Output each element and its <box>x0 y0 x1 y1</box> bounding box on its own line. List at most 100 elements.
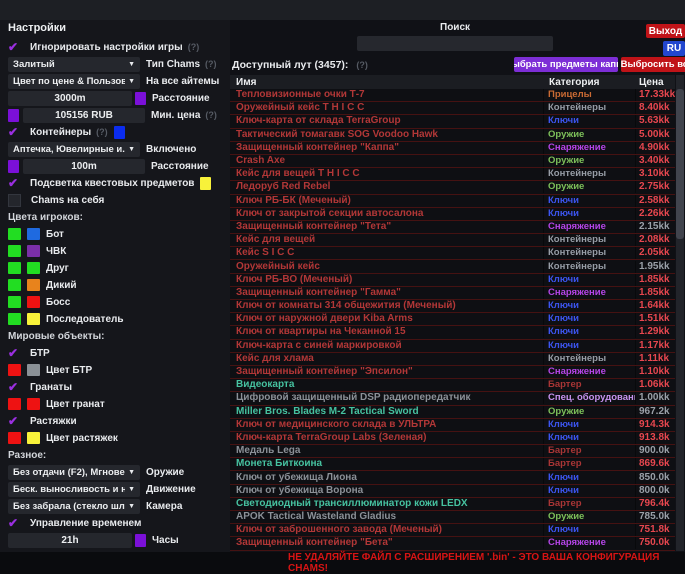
dropdown[interactable]: Без отдачи (F2), Мгновенное п▼ <box>8 465 140 480</box>
color-swatch[interactable] <box>114 126 125 139</box>
footer-bar: НЕ УДАЛЯЙТЕ ФАЙЛ С РАСШИРЕНИЕМ '.bin' - … <box>0 552 685 574</box>
exit-button[interactable]: Выход <box>646 24 685 38</box>
table-row[interactable]: Защищенный контейнер "Эпсилон"Снаряжение… <box>230 366 675 379</box>
checkbox-unchecked[interactable] <box>8 194 21 207</box>
table-row[interactable]: Ключ-карта TerraGroup Labs (Зеленая)Ключ… <box>230 432 675 445</box>
item-category: Оружие <box>543 406 635 418</box>
item-category: Ключи <box>543 300 635 312</box>
table-row[interactable]: Защищенный контейнер "Каппа"Снаряжение4.… <box>230 142 675 155</box>
table-row[interactable]: Кейс для хламаКонтейнеры1.11kk <box>230 353 675 366</box>
color-swatch-primary[interactable] <box>8 364 21 376</box>
search-input[interactable] <box>357 36 553 51</box>
table-row[interactable]: Ключ РБ-ВО (Меченый)Ключи1.85kk <box>230 274 675 287</box>
color-swatch[interactable] <box>135 92 146 105</box>
color-swatch-secondary[interactable] <box>27 398 40 410</box>
color-swatch-secondary[interactable] <box>27 432 40 444</box>
item-category: Бартер <box>543 498 635 510</box>
select-kappa-items-button[interactable]: Выбрать предметы каппа <box>514 57 618 72</box>
discard-all-button[interactable]: Выбросить все <box>621 57 685 72</box>
color-swatch-secondary[interactable] <box>27 364 40 376</box>
table-row[interactable]: Ключ РБ-БК (Меченый)Ключи2.58kk <box>230 195 675 208</box>
table-row[interactable]: Ключ от медицинского склада в УЛЬТРАКлюч… <box>230 419 675 432</box>
item-price: 2.08kk <box>635 234 675 246</box>
checkbox-checked-icon[interactable]: ✔ <box>8 347 24 359</box>
table-row[interactable]: Ключ от заброшенного завода (Меченый)Клю… <box>230 524 675 537</box>
table-row[interactable]: Кейс для вещей T H I C CКонтейнеры3.10kk <box>230 168 675 181</box>
table-row[interactable]: ВидеокартаБартер1.06kk <box>230 379 675 392</box>
color-swatch-primary[interactable] <box>8 398 21 410</box>
checkbox-checked-icon[interactable]: ✔ <box>8 415 24 427</box>
table-row[interactable]: Ключ от закрытой секции автосалонаКлючи2… <box>230 208 675 221</box>
dropdown[interactable]: Аптечка, Ювелирные и...▼ <box>8 142 140 157</box>
item-name: Ключ-карта с синей маркировкой <box>230 340 543 352</box>
color-swatch-primary[interactable] <box>8 432 21 444</box>
item-name: Ключ от комнаты 314 общежития (Меченый) <box>230 300 543 312</box>
column-header-name[interactable]: Имя <box>230 77 545 88</box>
checkbox-checked-icon[interactable]: ✔ <box>8 41 24 53</box>
checkbox-checked-icon[interactable]: ✔ <box>8 177 24 189</box>
color-swatch[interactable] <box>8 109 19 122</box>
table-row[interactable]: Оружейный кейсКонтейнеры1.95kk <box>230 260 675 273</box>
color-swatch-secondary[interactable] <box>27 262 40 274</box>
table-row[interactable]: Ключ-карта с синей маркировкойКлючи1.17k… <box>230 340 675 353</box>
table-row[interactable]: Ключ от убежища ВоронаКлючи800.0k <box>230 485 675 498</box>
color-swatch-secondary[interactable] <box>27 228 40 240</box>
dropdown[interactable]: Цвет по цене & Пользователь▼ <box>8 74 140 89</box>
checkbox-checked-icon[interactable]: ✔ <box>8 126 24 138</box>
table-row[interactable]: Медаль LegaБартер900.0k <box>230 445 675 458</box>
table-scrollbar[interactable] <box>676 75 684 551</box>
table-row[interactable]: Защищенный контейнер "Тета"Снаряжение2.1… <box>230 221 675 234</box>
item-price: 2.75kk <box>635 181 675 193</box>
checkbox-checked-icon[interactable]: ✔ <box>8 381 24 393</box>
table-row[interactable]: Монета БиткоинаБартер869.6k <box>230 458 675 471</box>
language-button[interactable]: RU <box>663 41 685 56</box>
text-input[interactable] <box>23 159 145 174</box>
color-swatch-primary[interactable] <box>8 279 21 291</box>
table-row[interactable]: Защищенный контейнер "Бета"Снаряжение750… <box>230 537 675 550</box>
setting-row: ✔Управление временем <box>8 516 226 530</box>
table-row[interactable]: Тактический томагавк SOG Voodoo HawkОруж… <box>230 129 675 142</box>
dropdown[interactable]: Залитый▼ <box>8 57 140 72</box>
color-swatch-primary[interactable] <box>8 262 21 274</box>
table-row[interactable]: Кейс S I C CКонтейнеры2.05kk <box>230 247 675 260</box>
color-swatch-secondary[interactable] <box>27 245 40 257</box>
table-row[interactable]: Ключ от комнаты 314 общежития (Меченый)К… <box>230 300 675 313</box>
dropdown[interactable]: Беск. выносливость и нет уста▼ <box>8 482 140 497</box>
table-row[interactable]: Светодиодный трансиллюминатор кожи LEDXБ… <box>230 498 675 511</box>
table-row[interactable]: Кейс для вещейКонтейнеры2.08kk <box>230 234 675 247</box>
color-swatch[interactable] <box>8 160 19 173</box>
table-row[interactable]: Тепловизионные очки Т-7Прицелы17.33kk <box>230 89 675 102</box>
scrollbar-thumb[interactable] <box>676 89 684 239</box>
table-row[interactable]: Miller Bros. Blades M-2 Tactical SwordОр… <box>230 406 675 419</box>
color-swatch-primary[interactable] <box>8 313 21 325</box>
color-swatch-primary[interactable] <box>8 296 21 308</box>
color-swatch-secondary[interactable] <box>27 296 40 308</box>
dropdown[interactable]: Без забрала (стекло шлема)▼ <box>8 499 140 514</box>
text-input[interactable] <box>8 533 132 548</box>
color-swatch[interactable] <box>135 534 146 547</box>
config-warning-text: НЕ УДАЛЯЙТЕ ФАЙЛ С РАСШИРЕНИЕМ '.bin' - … <box>288 552 685 574</box>
color-swatch-primary[interactable] <box>8 245 21 257</box>
table-row[interactable]: Ключ от убежища ЛионаКлючи850.0k <box>230 471 675 484</box>
item-name: Ключ от заброшенного завода (Меченый) <box>230 524 543 536</box>
color-swatch[interactable] <box>200 177 211 190</box>
table-row[interactable]: Оружейный кейс T H I C CКонтейнеры8.40kk <box>230 102 675 115</box>
table-row[interactable]: Ключ от квартиры на Чеканной 15Ключи1.29… <box>230 326 675 339</box>
color-swatch-secondary[interactable] <box>27 313 40 325</box>
table-row[interactable]: Ключ-карта от склада TerraGroupКлючи5.63… <box>230 115 675 128</box>
table-row[interactable]: Защищенный контейнер "Гамма"Снаряжение1.… <box>230 287 675 300</box>
table-row[interactable]: APOK Tactical Wasteland GladiusОружие785… <box>230 511 675 524</box>
table-row[interactable]: Ключ от наружной двери Kiba ArmsКлючи1.5… <box>230 313 675 326</box>
setting-label: Контейнеры <box>30 127 91 138</box>
column-header-price[interactable]: Цена <box>636 77 675 88</box>
color-swatch-secondary[interactable] <box>27 279 40 291</box>
table-row[interactable]: Ледоруб Red RebelОружие2.75kk <box>230 181 675 194</box>
item-name: Защищенный контейнер "Тета" <box>230 221 543 233</box>
checkbox-checked-icon[interactable]: ✔ <box>8 517 24 529</box>
color-swatch-primary[interactable] <box>8 228 21 240</box>
table-row[interactable]: Цифровой защищенный DSP радиопередатчикС… <box>230 392 675 405</box>
text-input[interactable] <box>8 91 132 106</box>
column-header-category[interactable]: Категория <box>545 77 636 88</box>
table-row[interactable]: Crash AxeОружие3.40kk <box>230 155 675 168</box>
text-input[interactable] <box>23 108 145 123</box>
